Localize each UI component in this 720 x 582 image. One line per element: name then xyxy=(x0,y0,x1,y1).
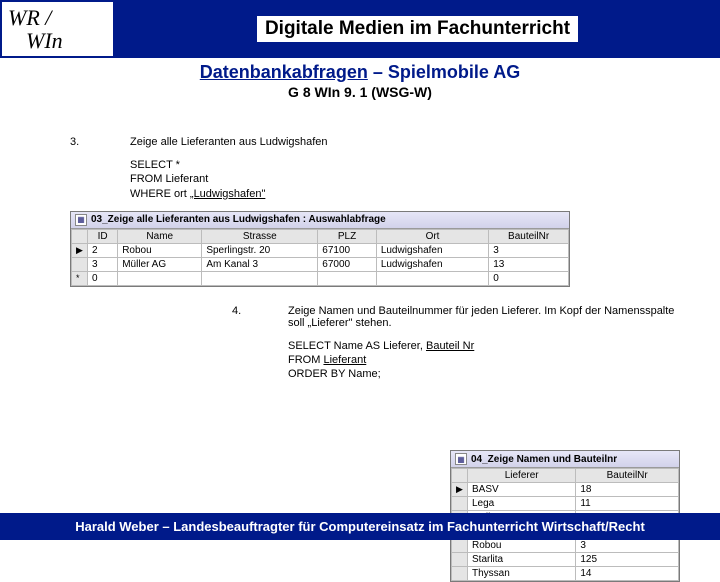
task4-sql-line1: SELECT Name AS Lieferer, Bauteil Nr xyxy=(288,339,690,353)
task4-sql-line2: FROM Lieferant xyxy=(288,353,690,367)
col-header: PLZ xyxy=(318,229,377,243)
table-row: Robou3 xyxy=(452,539,679,553)
title-band: Digitale Medien im Fachunterricht xyxy=(115,0,720,58)
table-row: ▶2RobouSperlingstr. 2067100Ludwigshafen3 xyxy=(72,243,569,257)
task4-sql: SELECT Name AS Lieferer, Bauteil Nr FROM… xyxy=(288,339,690,382)
table-row: 3Müller AGAm Kanal 367000Ludwigshafen13 xyxy=(72,257,569,271)
row-selector xyxy=(452,539,468,553)
query4-title: 04_Zeige Namen und Bauteilnr xyxy=(471,454,617,465)
task3-text: Zeige alle Lieferanten aus Ludwigshafen xyxy=(130,136,690,148)
query3-titlebar: ▦ 03_Zeige alle Lieferanten aus Ludwigsh… xyxy=(71,212,569,229)
cell xyxy=(376,271,488,285)
cell: 67000 xyxy=(318,257,377,271)
cell: 125 xyxy=(576,553,679,567)
task-4: 4. Zeige Namen und Bauteilnummer für jed… xyxy=(260,305,690,382)
task3-sql-line1: SELECT * xyxy=(130,158,690,172)
col-header: Ort xyxy=(376,229,488,243)
cell xyxy=(318,271,377,285)
cell xyxy=(118,271,202,285)
cell: 0 xyxy=(88,271,118,285)
task3-sql: SELECT * FROM Lieferant WHERE ort „Ludwi… xyxy=(130,158,690,201)
task-3: 3. Zeige alle Lieferanten aus Ludwigshaf… xyxy=(70,136,690,201)
row-selector: ▶ xyxy=(452,483,468,497)
cell: 18 xyxy=(576,483,679,497)
row-selector: * xyxy=(72,271,88,285)
task4-num: 4. xyxy=(232,305,241,317)
col-header: Name xyxy=(118,229,202,243)
row-selector xyxy=(72,257,88,271)
row-selector xyxy=(452,567,468,581)
cell: Ludwigshafen xyxy=(376,243,488,257)
cell: Lega xyxy=(468,497,576,511)
cell: Starlita xyxy=(468,553,576,567)
query-window-3: ▦ 03_Zeige alle Lieferanten aus Ludwigsh… xyxy=(70,211,570,287)
col-header: BauteilNr xyxy=(489,229,569,243)
cell: Robou xyxy=(468,539,576,553)
table-row: Starlita125 xyxy=(452,553,679,567)
logo-line1: WR / xyxy=(8,6,107,29)
task3-sql-line2: FROM Lieferant xyxy=(130,172,690,186)
subtitle-rest: – Spielmobile AG xyxy=(368,62,520,82)
cell: 2 xyxy=(88,243,118,257)
col-header: ID xyxy=(88,229,118,243)
logo-line2: WIn xyxy=(8,29,107,52)
table-row: *00 xyxy=(72,271,569,285)
footer: Harald Weber – Landesbeauftragter für Co… xyxy=(0,513,720,540)
table-row: Thyssan14 xyxy=(452,567,679,581)
class-line: G 8 WIn 9. 1 (WSG-W) xyxy=(0,84,720,100)
query-icon: ▦ xyxy=(455,453,467,465)
cell: Ludwigshafen xyxy=(376,257,488,271)
query3-title: 03_Zeige alle Lieferanten aus Ludwigshaf… xyxy=(91,214,386,225)
query-icon: ▦ xyxy=(75,214,87,226)
cell: 0 xyxy=(489,271,569,285)
col-header: Lieferer xyxy=(468,469,576,483)
cell: 3 xyxy=(576,539,679,553)
query4-titlebar: ▦ 04_Zeige Namen und Bauteilnr xyxy=(451,451,679,468)
cell: BASV xyxy=(468,483,576,497)
task3-sql-line3: WHERE ort „Ludwigshafen" xyxy=(130,187,690,201)
cell: 67100 xyxy=(318,243,377,257)
task3-num: 3. xyxy=(70,136,79,148)
cell: 11 xyxy=(576,497,679,511)
task4-text: Zeige Namen und Bauteilnummer für jeden … xyxy=(288,305,690,329)
cell: Müller AG xyxy=(118,257,202,271)
col-header: Strasse xyxy=(202,229,318,243)
logo: WR / WIn xyxy=(0,0,115,58)
subtitle-underlined: Datenbankabfragen xyxy=(200,62,368,82)
page-title: Digitale Medien im Fachunterricht xyxy=(257,16,578,42)
cell: 13 xyxy=(489,257,569,271)
slide-header: WR / WIn Digitale Medien im Fachunterric… xyxy=(0,0,720,58)
row-selector xyxy=(452,553,468,567)
cell: Am Kanal 3 xyxy=(202,257,318,271)
subtitle-row: Datenbankabfragen – Spielmobile AG G 8 W… xyxy=(0,62,720,100)
cell: 3 xyxy=(88,257,118,271)
cell: 3 xyxy=(489,243,569,257)
cell: 14 xyxy=(576,567,679,581)
query-window-4-wrap: ▦ 04_Zeige Namen und Bauteilnr LiefererB… xyxy=(450,440,680,582)
table-row: ▶BASV18 xyxy=(452,483,679,497)
task4-sql-line3: ORDER BY Name; xyxy=(288,367,690,381)
cell xyxy=(202,271,318,285)
table-row: Lega11 xyxy=(452,497,679,511)
query3-grid: IDNameStrassePLZOrtBauteilNr ▶2RobouSper… xyxy=(71,229,569,286)
col-header: BauteilNr xyxy=(576,469,679,483)
row-selector: ▶ xyxy=(72,243,88,257)
cell: Sperlingstr. 20 xyxy=(202,243,318,257)
row-selector xyxy=(452,497,468,511)
cell: Robou xyxy=(118,243,202,257)
cell: Thyssan xyxy=(468,567,576,581)
